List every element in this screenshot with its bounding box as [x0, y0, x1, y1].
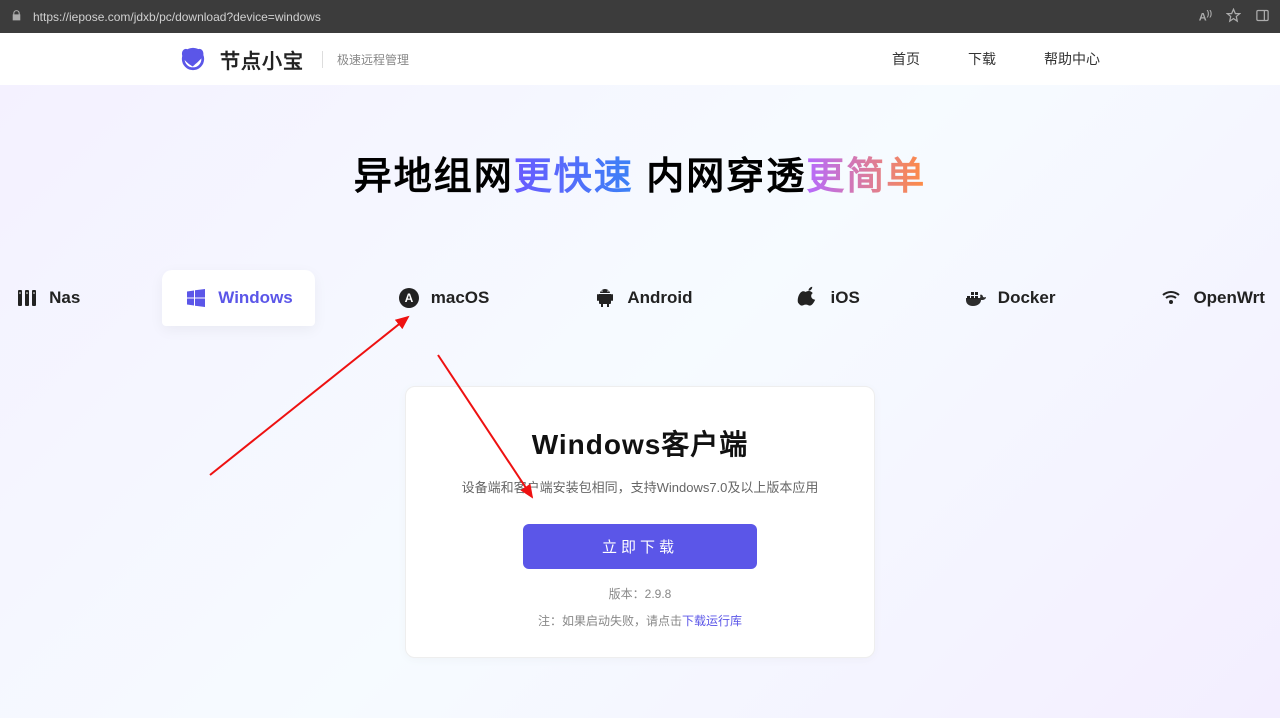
url-text[interactable]: https://iepose.com/jdxb/pc/download?devi… [33, 10, 1199, 24]
platform-tabs: Nas Windows A macOS Android iOS [0, 270, 1280, 326]
tab-macos[interactable]: A macOS [375, 270, 512, 326]
site-header: 节点小宝 极速远程管理 首页 下载 帮助中心 [0, 33, 1280, 85]
headline-part2: 内网穿透 [634, 156, 807, 198]
logo-icon [180, 46, 206, 72]
nas-icon [15, 286, 39, 310]
android-icon [593, 286, 617, 310]
tab-label: macOS [431, 288, 490, 308]
headline-accent2: 更简单 [806, 156, 926, 198]
runtime-download-link[interactable]: 下载运行库 [682, 614, 742, 628]
apple-icon [797, 286, 821, 310]
note-prefix: 注：如果启动失败，请点击 [538, 614, 682, 628]
card-title: Windows客户端 [436, 423, 844, 463]
sidebar-icon[interactable] [1255, 8, 1270, 26]
download-card: Windows客户端 设备端和客户端安装包相同，支持Windows7.0及以上版… [405, 386, 875, 658]
card-desc: 设备端和客户端安装包相同，支持Windows7.0及以上版本应用 [436, 477, 844, 496]
download-button[interactable]: 立即下载 [523, 524, 757, 569]
browser-address-bar: https://iepose.com/jdxb/pc/download?devi… [0, 0, 1280, 33]
tab-windows[interactable]: Windows [162, 270, 314, 326]
version-value: 2.9.8 [645, 587, 672, 601]
hero-headline: 异地组网更快速 内网穿透更简单 [0, 85, 1280, 200]
top-nav: 首页 下载 帮助中心 [892, 49, 1100, 69]
nav-download[interactable]: 下载 [968, 49, 996, 69]
windows-icon [184, 286, 208, 310]
tab-label: Docker [998, 288, 1056, 308]
brand-tagline: 极速远程管理 [322, 51, 409, 68]
lock-icon [10, 9, 23, 25]
tab-ios[interactable]: iOS [775, 270, 882, 326]
note-line: 注：如果启动失败，请点击下载运行库 [436, 612, 844, 629]
macos-icon: A [397, 286, 421, 310]
tab-label: Android [627, 288, 692, 308]
tab-docker[interactable]: Docker [942, 270, 1078, 326]
tab-label: iOS [831, 288, 860, 308]
docker-icon [964, 286, 988, 310]
tab-label: Nas [49, 288, 80, 308]
favorite-icon[interactable] [1226, 8, 1241, 26]
headline-part1: 异地组网 [354, 156, 514, 198]
tab-nas[interactable]: Nas [0, 270, 102, 326]
nav-home[interactable]: 首页 [892, 49, 920, 69]
openwrt-icon [1159, 286, 1183, 310]
headline-accent1: 更快速 [514, 156, 634, 198]
brand-name: 节点小宝 [220, 45, 304, 74]
tab-android[interactable]: Android [571, 270, 714, 326]
read-aloud-icon[interactable]: A)) [1199, 9, 1212, 24]
svg-text:A: A [404, 291, 413, 305]
version-line: 版本：2.9.8 [436, 585, 844, 602]
nav-help[interactable]: 帮助中心 [1044, 49, 1100, 69]
tab-openwrt[interactable]: OpenWrt [1137, 270, 1280, 326]
tab-label: OpenWrt [1193, 288, 1264, 308]
version-label: 版本： [609, 587, 645, 601]
tab-label: Windows [218, 288, 292, 308]
